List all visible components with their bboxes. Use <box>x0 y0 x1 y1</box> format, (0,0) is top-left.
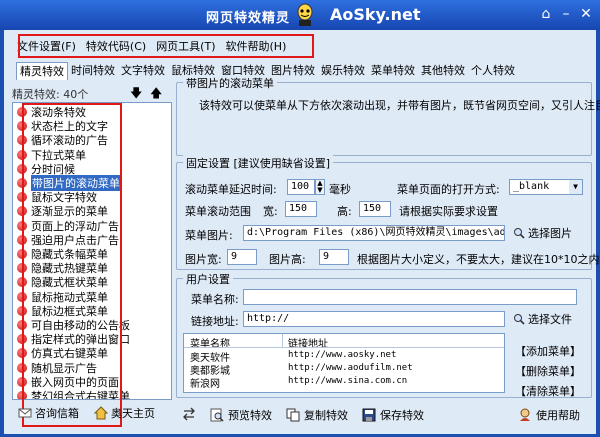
mail-icon <box>18 408 32 418</box>
mascot-logo-icon <box>297 3 313 26</box>
delay-spinner[interactable]: ▲ ▼ <box>315 179 325 195</box>
save-effect-label: 保存特效 <box>380 409 424 422</box>
table-header-divider <box>184 347 504 348</box>
menu-name-label: 菜单名称: <box>191 293 239 306</box>
tab-other-effects[interactable]: 其他特效 <box>418 62 468 80</box>
image-width-label: 图片宽: <box>185 253 222 266</box>
range-height-label: 高: <box>337 205 352 218</box>
preview-magnifier-icon <box>210 408 224 422</box>
choose-image-label: 选择图片 <box>528 227 572 240</box>
image-size-hint: 根据图片大小定义，不要太大，建议在10*10之内 <box>357 253 600 266</box>
table-column-divider <box>282 334 283 348</box>
tab-text-effects[interactable]: 文字特效 <box>118 62 168 80</box>
open-mode-select[interactable]: _blank ▼ <box>509 179 583 195</box>
delay-label: 滚动菜单延迟时间: <box>185 183 277 196</box>
save-effect-button[interactable]: 保存特效 <box>362 407 424 423</box>
menu-image-label: 菜单图片: <box>185 229 233 242</box>
close-icon[interactable]: ✕ <box>578 6 594 22</box>
save-disk-icon <box>362 408 376 422</box>
home-page-label: 奥天主页 <box>111 407 155 420</box>
magnifier-icon <box>514 228 525 239</box>
range-height-input[interactable]: 150 <box>359 201 391 217</box>
house-icon <box>94 406 108 420</box>
range-label: 菜单滚动范围 <box>185 205 251 218</box>
user-settings-title: 用户设置 <box>183 271 233 287</box>
choose-image-button[interactable]: 选择图片 <box>513 225 572 241</box>
minimize-icon[interactable]: – <box>558 6 574 22</box>
copy-effect-label: 复制特效 <box>304 409 348 422</box>
preview-effect-button[interactable]: 预览特效 <box>210 407 272 423</box>
link-address-input[interactable]: http:// <box>243 311 505 327</box>
effect-detail-panel: 带图片的滚动菜单 该特效可以使菜单从下方依次滚动出现，并带有图片，既节省网页空间… <box>176 75 600 399</box>
tab-fun-effects[interactable]: 娱乐特效 <box>318 62 368 80</box>
delete-menu-button[interactable]: 【删除菜单】 <box>515 363 581 379</box>
chevron-down-icon[interactable]: ▼ <box>569 180 582 194</box>
fixed-settings-group: 固定设置 [建议使用缺省设置] 滚动菜单延迟时间: 100 ▲ ▼ 毫秒 菜单页面… <box>176 155 600 270</box>
help-person-icon <box>520 408 530 421</box>
home-icon[interactable]: ⌂ <box>538 6 554 22</box>
preview-effect-label: 预览特效 <box>228 409 272 422</box>
effect-info-group: 带图片的滚动菜单 该特效可以使菜单从下方依次滚动出现，并带有图片，既节省网页空间… <box>176 75 600 156</box>
tab-menu-effects[interactable]: 菜单特效 <box>368 62 418 80</box>
range-hint: 请根据实际要求设置 <box>399 205 498 218</box>
range-width-label: 宽: <box>263 205 278 218</box>
table-row-url[interactable]: http://www.sina.com.cn <box>288 376 407 386</box>
usage-help-label: 使用帮助 <box>536 409 580 422</box>
clear-menu-button[interactable]: 【清除菜单】 <box>515 383 581 399</box>
menu-highlight-frame <box>18 34 314 58</box>
site-name: AoSky.net <box>330 5 421 24</box>
effect-description: 该特效可以使菜单从下方依次滚动出现，并带有图片，既节省网页空间，又引人注目。 <box>199 99 600 112</box>
swap-arrows-icon <box>183 407 195 421</box>
title-bar[interactable]: 网页特效精灵 AoSky.net ⌂ – ✕ <box>0 0 600 30</box>
add-menu-button[interactable]: 【添加菜单】 <box>515 343 581 359</box>
user-settings-group: 用户设置 菜单名称: 链接地址: http:// 选择文件 菜单名称 链接地址 … <box>176 271 592 399</box>
bottom-toolbar: 预览特效 复制特效 保存特效 使用帮助 <box>176 402 592 430</box>
left-bottom-bar: 咨询信箱 奥天主页 <box>12 402 172 428</box>
delay-unit: 毫秒 <box>329 183 351 196</box>
app-window: 网页特效精灵 AoSky.net ⌂ – ✕ 文件设置(F) 特效代码(C) 网… <box>0 0 600 437</box>
consult-mailbox-label: 咨询信箱 <box>35 407 79 420</box>
fixed-settings-title: 固定设置 [建议使用缺省设置] <box>183 155 334 171</box>
menu-image-path-input[interactable]: d:\Program Files (x86)\网页特效精灵\images\add… <box>243 225 505 241</box>
usage-help-button[interactable]: 使用帮助 <box>518 407 580 423</box>
effects-count-label: 精灵特效: 40个 <box>12 88 89 101</box>
range-width-input[interactable]: 150 <box>285 201 317 217</box>
copy-icon <box>286 408 300 422</box>
effects-list-header: 精灵特效: 40个 🡇 🡅 <box>12 84 164 101</box>
tab-sprite-effects[interactable]: 精灵特效 <box>16 62 68 80</box>
delay-input[interactable]: 100 <box>287 179 315 195</box>
image-height-label: 图片高: <box>269 253 306 266</box>
window-title: 网页特效精灵 <box>206 11 291 26</box>
choose-file-label: 选择文件 <box>528 313 572 326</box>
swap-button[interactable] <box>182 407 200 421</box>
effect-title: 带图片的滚动菜单 <box>183 75 277 91</box>
home-page-button[interactable]: 奥天主页 <box>94 405 155 421</box>
open-mode-value: _blank <box>513 181 550 192</box>
open-mode-label: 菜单页面的打开方式: <box>397 183 500 196</box>
copy-effect-button[interactable]: 复制特效 <box>286 407 348 423</box>
main-client-area: 文件设置(F) 特效代码(C) 网页工具(T) 软件帮助(H) 精灵特效 时间特… <box>4 30 600 434</box>
table-row-url[interactable]: http://www.aosky.net <box>288 350 396 360</box>
magnifier-icon <box>514 314 525 325</box>
effects-list-highlight-frame <box>22 103 122 427</box>
table-row-url[interactable]: http://www.aodufilm.net <box>288 363 413 373</box>
consult-mailbox-button[interactable]: 咨询信箱 <box>18 405 79 421</box>
table-row-name[interactable]: 新浪网 <box>190 375 220 390</box>
choose-file-button[interactable]: 选择文件 <box>513 311 572 327</box>
link-address-label: 链接地址: <box>191 315 239 328</box>
image-width-input[interactable]: 9 <box>227 249 257 265</box>
image-height-input[interactable]: 9 <box>319 249 349 265</box>
tab-time-effects[interactable]: 时间特效 <box>68 62 118 80</box>
tab-personal-effects[interactable]: 个人特效 <box>468 62 518 80</box>
menu-name-input[interactable] <box>243 289 577 305</box>
menu-links-table[interactable]: 菜单名称 链接地址 奥天软件 http://www.aosky.net 奥都影城… <box>183 333 505 393</box>
